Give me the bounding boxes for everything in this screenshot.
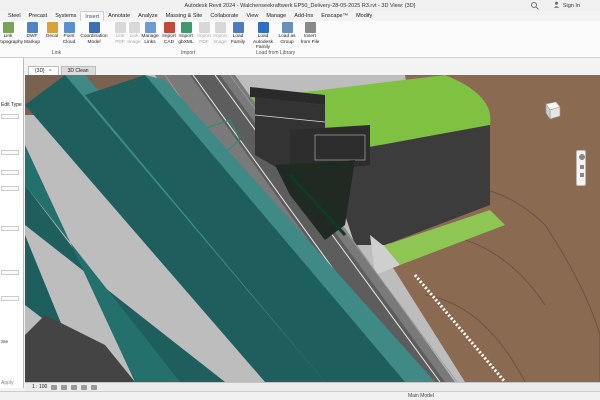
coordination-model-button[interactable]: Coordination Model — [80, 22, 108, 45]
view-cube[interactable] — [540, 98, 564, 122]
tab-steel[interactable]: Steel — [4, 11, 25, 21]
import-image-icon — [214, 22, 226, 33]
property-field[interactable] — [1, 170, 19, 175]
user-icon — [553, 1, 560, 10]
property-field[interactable] — [1, 270, 19, 275]
manage-links-icon — [144, 22, 156, 33]
load-autodesk-family-button[interactable]: Load Autodesk Family — [248, 22, 278, 51]
property-field[interactable] — [1, 186, 19, 191]
property-field[interactable] — [1, 150, 19, 155]
ribbon-panel: Link Topography DWF Markup Decal Point C… — [0, 21, 600, 58]
group-icon — [281, 22, 293, 33]
zoom-icon[interactable] — [580, 165, 584, 169]
tab-analyze[interactable]: Analyze — [134, 11, 162, 21]
cad-icon — [163, 22, 175, 33]
search-icon[interactable] — [530, 1, 540, 10]
view-control-bar: 1 : 100 — [25, 382, 600, 391]
group-label-import: Import — [181, 50, 196, 56]
dwf-icon — [26, 22, 38, 33]
tab-collaborate[interactable]: Collaborate — [206, 11, 242, 21]
link-topography-button[interactable]: Link Topography — [0, 22, 23, 45]
ribbon-tab-bar: Steel Precast Systems Insert Annotate An… — [0, 11, 600, 21]
tab-enscape[interactable]: Enscape™ — [317, 11, 352, 21]
property-field[interactable] — [1, 226, 19, 231]
sign-in-button[interactable]: Sign In — [553, 1, 580, 10]
tab-view[interactable]: View — [243, 11, 263, 21]
property-label: Ste — [1, 340, 9, 345]
coordination-model-icon — [88, 22, 100, 33]
insert-file-icon — [304, 22, 316, 33]
crop-view-icon[interactable] — [91, 384, 98, 390]
orbit-icon[interactable] — [580, 173, 584, 177]
visual-style-icon[interactable] — [61, 384, 68, 390]
tab-massing-site[interactable]: Massing & Site — [162, 11, 207, 21]
image-icon — [128, 22, 140, 33]
shadows-icon[interactable] — [81, 384, 88, 390]
load-family-button[interactable]: Load Family — [228, 22, 248, 45]
autodesk-family-icon — [257, 22, 269, 33]
topography-icon — [2, 22, 14, 33]
window-title: Autodesk Revit 2024 - Walchenseekraftwer… — [184, 2, 416, 9]
tab-modify[interactable]: Modify — [352, 11, 376, 21]
point-cloud-icon — [63, 22, 75, 33]
load-family-icon — [232, 22, 244, 33]
tab-manage[interactable]: Manage — [262, 11, 290, 21]
status-bar: Main Model — [0, 391, 600, 400]
title-bar: Autodesk Revit 2024 - Walchenseekraftwer… — [0, 0, 600, 11]
tab-insert[interactable]: Insert — [80, 11, 105, 21]
view-tab-3d-clean[interactable]: 3D Clean — [60, 66, 96, 75]
tab-annotate[interactable]: Annotate — [104, 11, 134, 21]
tab-systems[interactable]: Systems — [51, 11, 80, 21]
tab-add-ins[interactable]: Add-Ins — [290, 11, 317, 21]
decal-icon — [46, 22, 58, 33]
manage-links-button[interactable]: Manage Links — [140, 22, 160, 45]
properties-panel: Edit Type Ste Apply — [0, 58, 24, 388]
tab-precast[interactable]: Precast — [25, 11, 52, 21]
close-icon[interactable]: × — [49, 68, 52, 74]
3d-scene — [25, 75, 600, 382]
navigation-bar[interactable] — [576, 150, 586, 186]
edit-type-button[interactable]: Edit Type — [1, 102, 22, 108]
sun-path-icon[interactable] — [71, 384, 78, 390]
property-field[interactable] — [1, 296, 19, 301]
view-tab-3d[interactable]: {3D} × — [28, 66, 59, 75]
scale-selector[interactable]: 1 : 100 — [32, 384, 47, 390]
detail-level-icon[interactable] — [51, 384, 58, 390]
insert-from-file-button[interactable]: Insert from File — [298, 22, 322, 45]
import-pdf-icon — [198, 22, 210, 33]
point-cloud-button[interactable]: Point Cloud — [59, 22, 79, 45]
property-field[interactable] — [1, 114, 19, 119]
group-label-library: Load from Library — [256, 50, 296, 56]
view-tab-bar: {3D} × 3D Clean — [28, 66, 96, 75]
group-label-link: Link — [52, 50, 62, 56]
steering-wheel-icon[interactable] — [579, 154, 585, 160]
active-model-selector[interactable]: Main Model — [408, 393, 434, 399]
dwf-markup-button[interactable]: DWF Markup — [22, 22, 42, 45]
3d-view-canvas[interactable] — [25, 75, 600, 382]
gbxml-icon — [180, 22, 192, 33]
import-image-button[interactable]: Import Image — [210, 22, 230, 45]
import-gbxml-button[interactable]: Import gbXML — [176, 22, 196, 45]
load-as-group-button[interactable]: Load as Group — [277, 22, 297, 45]
apply-button[interactable]: Apply — [1, 380, 14, 386]
sign-in-label: Sign In — [562, 2, 580, 9]
